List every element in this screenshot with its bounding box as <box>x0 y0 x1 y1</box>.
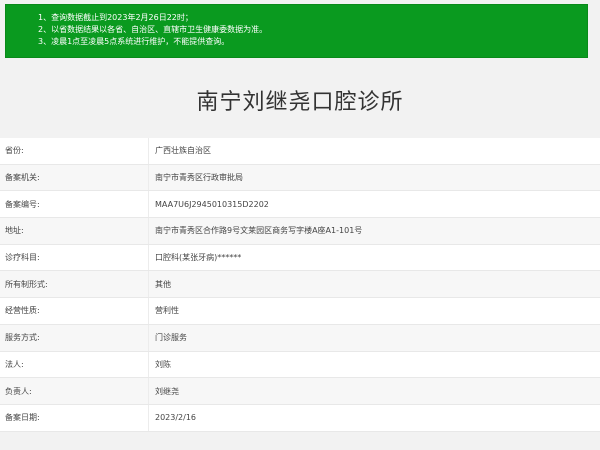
row-label: 备案日期: <box>5 413 40 423</box>
table-row: 负责人: 刘继尧 <box>0 378 600 405</box>
table-row: 备案机关: 南宁市青秀区行政审批局 <box>0 164 600 192</box>
notice-line: 2、以省数据结果以各省、自治区、直辖市卫生健康委数据为准。 <box>38 25 268 34</box>
row-value: 口腔科(某张牙病)****** <box>155 253 242 263</box>
column-divider <box>148 191 149 218</box>
column-divider <box>148 138 149 164</box>
row-value: 南宁市青秀区合作路9号文莱园区商务写字楼A座A1-101号 <box>155 226 363 236</box>
row-value: 刘陈 <box>155 359 171 369</box>
column-divider <box>148 244 149 271</box>
page-title: 南宁刘继尧口腔诊所 <box>196 90 404 115</box>
info-table: 省份: 广西壮族自治区 备案机关: 南宁市青秀区行政审批局 备案编号: MAA7… <box>0 138 600 432</box>
row-value: 营利性 <box>155 306 179 316</box>
table-row: 诊疗科目: 口腔科(某张牙病)****** <box>0 244 600 272</box>
table-row: 服务方式: 门诊服务 <box>0 324 600 352</box>
column-divider <box>148 351 149 378</box>
table-row: 法人: 刘陈 <box>0 351 600 379</box>
row-label: 省份: <box>5 146 24 156</box>
row-value: 广西壮族自治区 <box>155 146 211 156</box>
column-divider <box>148 378 149 404</box>
column-divider <box>148 218 149 244</box>
row-label: 备案机关: <box>5 173 40 183</box>
row-label: 经营性质: <box>5 306 40 316</box>
row-value: 南宁市青秀区行政审批局 <box>155 173 243 183</box>
table-row: 备案日期: 2023/2/16 <box>0 404 600 432</box>
row-label: 备案编号: <box>5 199 40 209</box>
table-row: 所有制形式: 其他 <box>0 271 600 299</box>
row-value: 其他 <box>155 279 171 289</box>
table-row: 地址: 南宁市青秀区合作路9号文莱园区商务写字楼A座A1-101号 <box>0 218 600 245</box>
row-label: 负责人: <box>5 386 32 396</box>
table-row: 备案编号: MAA7U6J2945010315D2202 <box>0 191 600 219</box>
column-divider <box>148 324 149 351</box>
row-label: 法人: <box>5 359 24 369</box>
table-row: 省份: 广西壮族自治区 <box>0 138 600 165</box>
row-value: MAA7U6J2945010315D2202 <box>155 199 269 209</box>
table-row: 经营性质: 营利性 <box>0 298 600 325</box>
row-value: 刘继尧 <box>155 386 179 396</box>
row-value: 2023/2/16 <box>155 413 197 423</box>
notice-line: 3、凌晨1点至凌晨5点系统进行维护，不能提供查询。 <box>38 37 230 46</box>
notice-line: 1、查询数据截止到2023年2月26日22时； <box>38 13 193 22</box>
row-label: 诊疗科目: <box>5 253 40 263</box>
row-label: 服务方式: <box>5 333 40 343</box>
row-label: 所有制形式: <box>5 279 48 289</box>
column-divider <box>148 298 149 324</box>
row-label: 地址: <box>5 226 24 236</box>
row-value: 门诊服务 <box>155 333 187 343</box>
column-divider <box>148 271 149 298</box>
column-divider <box>148 164 149 191</box>
column-divider <box>148 404 149 431</box>
notice-banner: 1、查询数据截止到2023年2月26日22时； 2、以省数据结果以各省、自治区、… <box>5 4 588 58</box>
